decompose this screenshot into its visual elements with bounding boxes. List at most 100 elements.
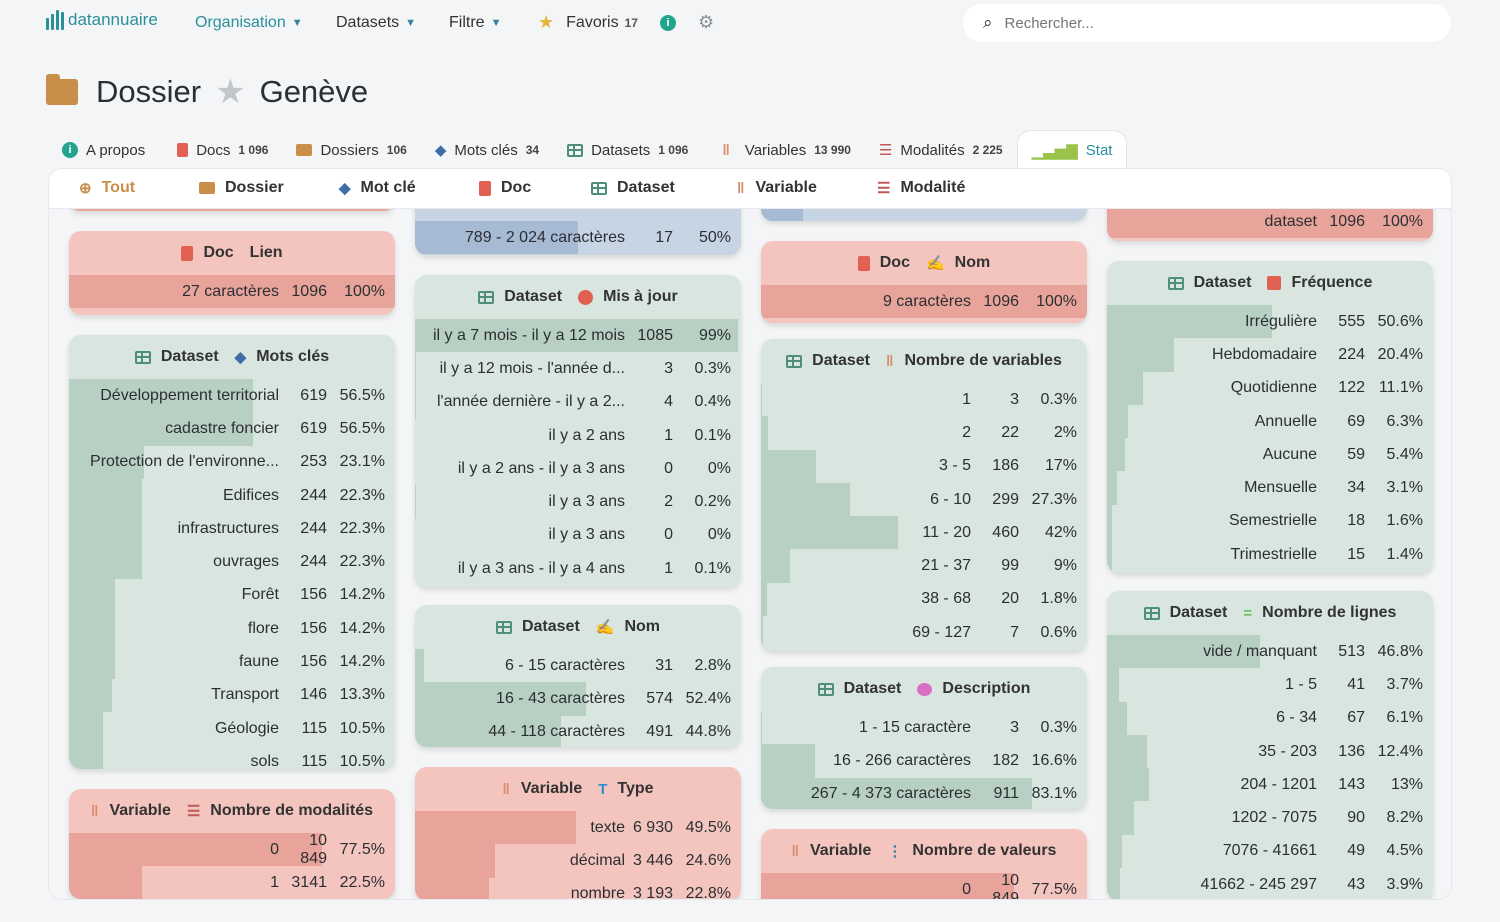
stat-row[interactable]: 21 - 37 99 9% xyxy=(761,549,1087,583)
tab-docs[interactable]: Docs 1 096 xyxy=(163,130,282,170)
card-header-attribute: Fréquence xyxy=(1291,274,1373,291)
stat-row[interactable]: Géologie 115 10.5% xyxy=(69,711,395,746)
stat-percent: 56.5% xyxy=(339,386,385,404)
stat-row[interactable]: il y a 3 ans 0 0% xyxy=(415,519,741,552)
card-header-entity: Doc xyxy=(879,254,910,271)
stat-row[interactable]: Edifices 244 22.3% xyxy=(69,478,395,513)
info-button[interactable]: i xyxy=(660,15,676,31)
stat-count: 146 xyxy=(300,686,327,704)
stat-row[interactable]: Transport 146 13.3% xyxy=(69,678,395,712)
stat-row[interactable]: infrastructures 244 22.3% xyxy=(69,512,395,546)
stat-row[interactable]: Trimestrielle 15 1.4% xyxy=(1107,538,1433,572)
stat-row[interactable]: vide / manquant 513 46.8% xyxy=(1107,635,1433,669)
stat-row[interactable]: l'année dernière - il y a 2... 4 0.4% xyxy=(415,385,741,419)
stat-row[interactable]: il y a 2 ans 1 0.1% xyxy=(415,419,741,452)
stat-row[interactable]: Irrégulière 555 50.6% xyxy=(1107,305,1433,339)
stat-row[interactable]: 0 10 849 77.5% xyxy=(69,832,395,867)
stat-row[interactable]: faune 156 14.2% xyxy=(69,645,395,679)
stat-row[interactable]: 11 - 20 460 42% xyxy=(761,516,1087,550)
tab-stat[interactable]: ▁▃▅▇ Stat xyxy=(1016,130,1128,170)
stat-row[interactable]: texte 6 930 49.5% xyxy=(415,811,741,845)
stat-row[interactable]: 7076 - 41661 49 4.5% xyxy=(1107,834,1433,869)
filter-variable[interactable]: ‖ Variable xyxy=(737,179,817,197)
stat-label: il y a 2 ans - il y a 3 ans xyxy=(457,459,625,477)
stat-row[interactable]: 6 - 34 67 6.1% xyxy=(1107,701,1433,735)
stat-row[interactable]: 2 22 2% xyxy=(761,416,1087,450)
tab-mots-cles[interactable]: ◆ Mots clés 34 xyxy=(421,130,553,170)
stat-row[interactable]: 35 - 203 136 12.4% xyxy=(1107,734,1433,769)
list-icon: ☰ xyxy=(877,180,891,197)
stat-row[interactable]: 1 - 15 caractère 3 0.3% xyxy=(761,711,1087,745)
stat-row[interactable]: sols 115 10.5% xyxy=(69,745,395,769)
stat-row[interactable]: 1202 - 7075 90 8.2% xyxy=(1107,801,1433,835)
stat-count: 3 xyxy=(1010,718,1019,736)
stat-row[interactable]: 27 caractères 1096 100% xyxy=(69,275,395,309)
stat-row[interactable]: 1 3 0.3% xyxy=(761,383,1087,417)
stat-row[interactable]: décimal 3 446 24.6% xyxy=(415,844,741,878)
stat-row[interactable]: 69 - 127 7 0.6% xyxy=(761,616,1087,650)
stat-row[interactable]: 204 - 1201 143 13% xyxy=(1107,768,1433,802)
stat-row[interactable]: 16 - 266 caractères 182 16.6% xyxy=(761,744,1087,778)
comment-icon xyxy=(917,682,933,696)
nav-datasets[interactable]: Datasets ▼ xyxy=(336,14,416,32)
search-input[interactable] xyxy=(1004,14,1385,32)
settings-button[interactable]: ⚙ xyxy=(698,12,714,33)
stat-row[interactable]: 267 - 4 373 caractères 911 83.1% xyxy=(761,777,1087,809)
stat-row[interactable]: il y a 7 mois - il y a 12 mois 1085 99% xyxy=(415,319,741,353)
stat-row[interactable]: ouvrages 244 22.3% xyxy=(69,545,395,579)
stat-row[interactable]: il y a 3 ans - il y a 4 ans 1 0.1% xyxy=(415,552,741,585)
stat-row[interactable]: Hebdomadaire 224 20.4% xyxy=(1107,338,1433,372)
filter-dossier[interactable]: Dossier xyxy=(199,179,284,197)
stat-row[interactable]: flore 156 14.2% xyxy=(69,612,395,646)
stat-row[interactable]: Quotidienne 122 11.1% xyxy=(1107,371,1433,405)
nav-organisation[interactable]: Organisation ▼ xyxy=(195,14,303,32)
tab-variables[interactable]: ‖ Variables 13 990 xyxy=(708,130,865,170)
stat-row[interactable]: Forêt 156 14.2% xyxy=(69,578,395,613)
stat-row[interactable]: 1 3141 22.5% xyxy=(69,866,395,899)
logo[interactable]: datannuaire xyxy=(46,10,158,30)
tab-a-propos[interactable]: iA propos xyxy=(48,130,159,170)
stat-row[interactable]: cadastre foncier 619 56.5% xyxy=(69,412,395,446)
stat-row[interactable]: dataset 1096 100% xyxy=(1107,205,1433,239)
stat-row[interactable]: Développement territorial 619 56.5% xyxy=(69,379,395,413)
stat-row[interactable]: Protection de l'environne... 253 23.1% xyxy=(69,445,395,479)
stat-row[interactable]: Semestrielle 18 1.6% xyxy=(1107,504,1433,539)
filter-doc[interactable]: Doc xyxy=(479,179,531,197)
table-icon xyxy=(591,181,607,195)
filter-dataset[interactable]: Dataset xyxy=(591,179,675,197)
stat-row[interactable]: Mensuelle 34 3.1% xyxy=(1107,471,1433,505)
stat-row[interactable]: il y a 2 ans - il y a 3 ans 0 0% xyxy=(415,452,741,485)
stat-row[interactable]: 0 10 849 77.5% xyxy=(761,872,1087,899)
stat-row[interactable]: 16 - 43 caractères 574 52.4% xyxy=(415,682,741,716)
stat-card-variable-nombre-valeurs: ‖ Variable ⋮ Nombre de valeurs 0 10 849 77.5% xyxy=(761,829,1087,899)
stat-percent: 22.3% xyxy=(339,486,385,504)
nav-filtre[interactable]: Filtre ▼ xyxy=(449,14,501,32)
stat-label: Mensuelle xyxy=(1244,479,1317,497)
stat-row[interactable]: 789 - 2 024 caractères 17 50% xyxy=(415,221,741,255)
tab-datasets[interactable]: Datasets 1 096 xyxy=(553,130,702,170)
stat-row[interactable]: 1 - 5 41 3.7% xyxy=(1107,668,1433,702)
stat-row[interactable]: il y a 12 mois - l'année d... 3 0.3% xyxy=(415,352,741,386)
table-icon xyxy=(1167,276,1184,290)
stat-row[interactable]: 3 - 5 186 17% xyxy=(761,449,1087,483)
filter-tout[interactable]: ⊕ Tout xyxy=(79,179,135,197)
tab-dossiers[interactable]: Dossiers 106 xyxy=(282,130,420,170)
stat-row[interactable]: 41662 - 245 297 43 3.9% xyxy=(1107,868,1433,899)
stat-row[interactable]: Annuelle 69 6.3% xyxy=(1107,404,1433,439)
filter-mot-cle[interactable]: ◆ Mot clé xyxy=(339,179,416,197)
stat-row[interactable]: 9 caractères 1096 100% xyxy=(761,285,1087,319)
tab-modalites[interactable]: ☰ Modalités 2 225 xyxy=(865,130,1017,170)
stat-row[interactable]: 6 - 10 299 27.3% xyxy=(761,482,1087,517)
stat-row[interactable]: 44 - 118 caractères 491 44.8% xyxy=(415,715,741,747)
search-icon: ⌕ xyxy=(983,13,993,32)
nav-favoris[interactable]: ★ Favoris 17 xyxy=(538,12,638,33)
favorite-star-icon[interactable]: ★ xyxy=(215,72,245,112)
stat-row[interactable]: il y a 3 ans 2 0.2% xyxy=(415,485,741,519)
stat-row[interactable]: nombre 3 193 22.8% xyxy=(415,877,741,899)
stat-row[interactable]: 38 - 68 20 1.8% xyxy=(761,582,1087,617)
stat-row[interactable]: Aucune 59 5.4% xyxy=(1107,438,1433,472)
stat-percent: 20.4% xyxy=(1377,345,1423,363)
stat-count: 1085 xyxy=(637,326,673,344)
stat-row[interactable]: 6 - 15 caractères 31 2.8% xyxy=(415,649,741,683)
filter-modalite[interactable]: ☰ Modalité xyxy=(877,179,965,197)
